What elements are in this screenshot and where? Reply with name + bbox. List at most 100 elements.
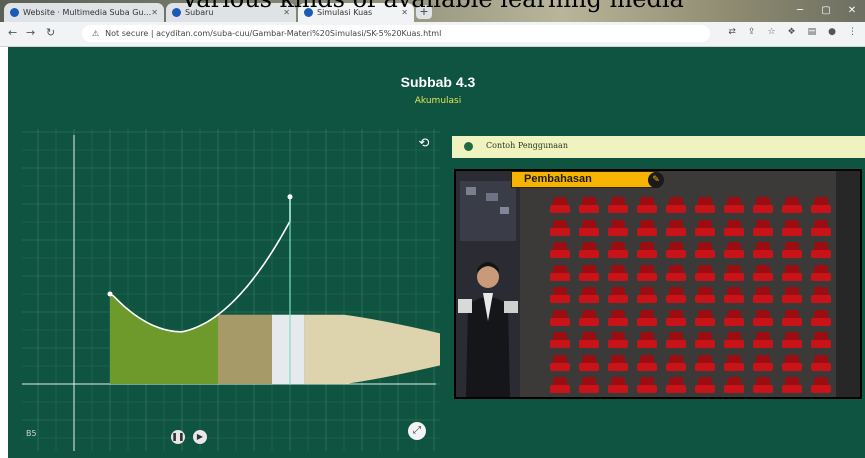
seat-base [782, 295, 802, 303]
forward-icon[interactable]: → [26, 26, 35, 39]
seat-base [579, 385, 599, 393]
bookmark-star-icon[interactable]: ☆ [767, 27, 775, 37]
theater-seat [637, 219, 657, 237]
seat-base [811, 250, 831, 258]
seat-base [637, 317, 657, 326]
theater-seat [608, 309, 628, 327]
seat-base [724, 340, 744, 348]
pencil-icon: ✎ [648, 172, 664, 188]
seat-base [550, 272, 570, 281]
seat-base [666, 227, 686, 236]
paint-brush-illustration[interactable] [218, 314, 440, 384]
seat-base [724, 205, 744, 213]
seat-base [782, 317, 802, 326]
theater-seat [753, 287, 773, 304]
theater-seat [666, 264, 686, 282]
seat-base [666, 205, 686, 213]
pause-button[interactable]: ❚❚ [171, 430, 185, 444]
example-panel: Contoh Penggunaan Pembahasan ✎ [452, 136, 865, 401]
accumulation-graph[interactable] [22, 129, 440, 451]
seat-base [666, 340, 686, 348]
theater-seat [608, 219, 628, 237]
seat-base [695, 272, 715, 281]
reload-icon[interactable]: ↻ [46, 26, 55, 39]
theater-seat [666, 242, 686, 259]
seat-base [753, 385, 773, 393]
theater-seat [753, 309, 773, 327]
not-secure-icon: ⚠ [92, 29, 100, 38]
menu-icon[interactable]: ⋮ [848, 27, 857, 37]
simulation-page: Subbab 4.3 Akumulasi ⟲ ❚❚ ▶ ⤢ B5 Contoh … [8, 47, 865, 458]
fullscreen-icon[interactable]: ⤢ [408, 422, 426, 440]
share-icon[interactable]: ⇪ [748, 27, 756, 37]
seat-base [695, 295, 715, 303]
extensions-icon[interactable]: ❖ [788, 27, 796, 37]
theater-seat [579, 287, 599, 304]
discussion-banner[interactable]: Pembahasan ✎ [511, 171, 664, 188]
seat-base [550, 250, 570, 258]
seat-base [724, 227, 744, 236]
seat-base [579, 250, 599, 258]
theater-seat [666, 219, 686, 237]
curve-start-point[interactable] [107, 291, 113, 297]
theater-seat [782, 354, 802, 372]
seat-base [608, 340, 628, 348]
theater-seat [550, 332, 570, 349]
seat-base [753, 362, 773, 371]
page-subtitle: Akumulasi [414, 96, 462, 106]
rotate-icon[interactable]: ⟲ [417, 137, 431, 151]
theater-seat [753, 219, 773, 237]
seat-base [637, 227, 657, 236]
profile-icon[interactable]: ● [828, 27, 836, 37]
seat-base [608, 295, 628, 303]
curve-end-point[interactable] [287, 194, 293, 200]
corner-label: B5 [26, 429, 37, 438]
theater-seat [637, 332, 657, 349]
theater-seat [608, 264, 628, 282]
seat-base [666, 362, 686, 371]
seat-base [637, 205, 657, 213]
theater-seat [724, 197, 744, 214]
seat-base [666, 385, 686, 393]
graph-axes [22, 135, 436, 451]
seat-base [637, 362, 657, 371]
seat-base [811, 205, 831, 213]
seat-base [724, 250, 744, 258]
seat-base [782, 340, 802, 348]
theater-seat [782, 287, 802, 304]
seat-base [637, 385, 657, 393]
theater-seat [724, 242, 744, 259]
theater-seat [666, 332, 686, 349]
seat-base [753, 205, 773, 213]
theater-seat [550, 354, 570, 372]
sidebar-icon[interactable]: ▤ [808, 27, 817, 37]
seat-base [724, 272, 744, 281]
seat-base [811, 295, 831, 303]
theater-seat [666, 309, 686, 327]
seat-base [608, 227, 628, 236]
theater-seat [753, 332, 773, 349]
translate-icon[interactable]: ⇄ [728, 27, 736, 37]
theater-seat [724, 219, 744, 237]
seat-base [782, 385, 802, 393]
seat-base [637, 340, 657, 348]
seat-base [695, 385, 715, 393]
theater-seat [579, 219, 599, 237]
seat-base [579, 362, 599, 371]
theater-seat [666, 287, 686, 304]
seat-base [579, 317, 599, 326]
theater-seat [608, 197, 628, 214]
play-button[interactable]: ▶ [193, 430, 207, 444]
example-video[interactable]: Pembahasan ✎ [454, 169, 862, 399]
theater-seat [579, 197, 599, 214]
theater-seat [782, 332, 802, 349]
seat-base [608, 317, 628, 326]
brush-ferrule [272, 314, 305, 384]
theater-seat [608, 242, 628, 259]
back-icon[interactable]: ← [8, 26, 17, 39]
theater-seat [637, 309, 657, 327]
theater-seat [550, 309, 570, 327]
theater-seat [811, 287, 831, 304]
address-bar[interactable]: ⚠ Not secure | acyditan.com/suba-cuu/Gamb… [82, 25, 710, 42]
theater-seat [753, 264, 773, 282]
